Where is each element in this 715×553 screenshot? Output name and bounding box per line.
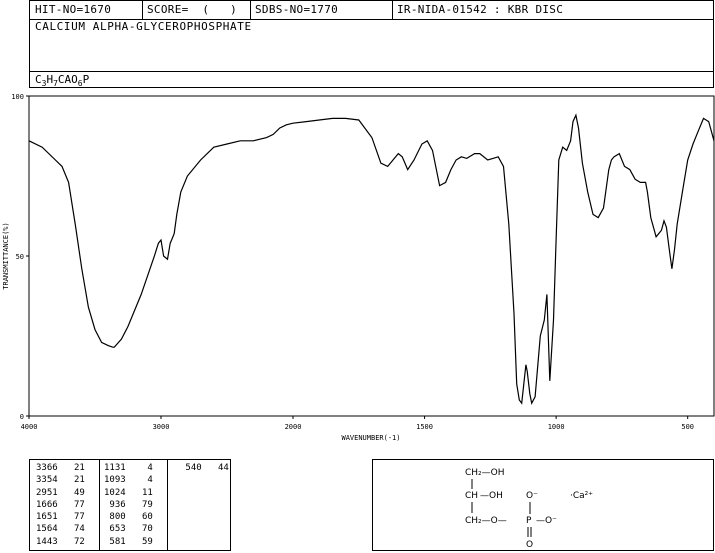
peak-transmittance: 44	[201, 463, 229, 473]
x-tick-label: 1500	[416, 423, 433, 431]
peak-row: 1564 74	[36, 523, 85, 535]
peak-column-1: 3366 21 3354 21 2951 49 1666 77 1651 77 1564 …	[36, 462, 85, 548]
x-tick-label: 500	[681, 423, 694, 431]
y-axis-label: TRANSMITTANCE(%)	[2, 222, 10, 289]
x-axis: 4000 3000 2000 1500 1000 500	[21, 416, 694, 431]
peak-wavenumber: 1093	[104, 475, 126, 486]
peak-wavenumber: 1651	[36, 512, 58, 523]
structure-ch2-oh: CH₂—OH	[465, 468, 505, 478]
peak-wavenumber: 1443	[36, 536, 58, 547]
peak-transmittance: 72	[57, 536, 85, 547]
compound-name: CALCIUM ALPHA-GLYCEROPHOSPHATE	[35, 20, 252, 33]
peak-row: 1093 4	[104, 474, 153, 486]
spectrum-series-line	[28, 113, 715, 405]
peak-wavenumber: 1564	[36, 524, 58, 535]
structure-o-minus-top: O⁻	[526, 491, 538, 501]
structure-o-bottom: O	[526, 540, 533, 550]
peak-row: 540 44	[180, 462, 229, 474]
peak-wavenumber: 936	[104, 499, 126, 510]
peak-row: 581 59	[104, 536, 153, 548]
peak-row: 1651 77	[36, 511, 85, 523]
peak-row: 3354 21	[36, 474, 85, 486]
divider	[167, 460, 168, 550]
peak-transmittance: 11	[125, 487, 153, 498]
peak-wavenumber: 540	[180, 463, 202, 473]
peak-transmittance: 4	[125, 475, 153, 486]
peak-row: 800 60	[104, 511, 153, 523]
peak-row: 1666 77	[36, 499, 85, 511]
peak-row: 2951 49	[36, 487, 85, 499]
y-axis: 100 50 0	[11, 93, 29, 421]
peak-transmittance: 49	[57, 487, 85, 498]
spectrum-header: HIT-NO=1670 SCORE= ( ) SDBS-NO=1770 IR-N…	[29, 0, 714, 88]
peak-transmittance: 4	[125, 463, 153, 473]
peak-column-3: 540 44	[180, 462, 229, 474]
ir-source-info: IR-NIDA-01542 : KBR DISC	[397, 3, 564, 16]
peak-wavenumber: 800	[104, 512, 126, 523]
y-tick-label: 50	[16, 253, 24, 261]
hit-number: HIT-NO=1670	[35, 3, 112, 16]
structure-box: CH₂—OH CH —OH CH₂—O— O⁻ P —O⁻ O ·Ca²⁺	[372, 459, 714, 551]
x-tick-label: 2000	[285, 423, 302, 431]
peak-transmittance: 21	[57, 475, 85, 486]
header-info-row: HIT-NO=1670 SCORE= ( ) SDBS-NO=1770 IR-N…	[30, 1, 713, 20]
y-tick-label: 0	[20, 413, 24, 421]
y-tick-label: 100	[11, 93, 24, 101]
peak-transmittance: 79	[125, 499, 153, 510]
peak-transmittance: 74	[57, 524, 85, 535]
divider	[30, 71, 713, 72]
peak-row: 1443 72	[36, 536, 85, 548]
peak-transmittance: 59	[125, 536, 153, 547]
peak-transmittance: 21	[57, 463, 85, 473]
x-tick-label: 1000	[548, 423, 565, 431]
peak-wavenumber: 1024	[104, 487, 126, 498]
peak-wavenumber: 3354	[36, 475, 58, 486]
peak-transmittance: 77	[57, 499, 85, 510]
peak-row: 653 70	[104, 523, 153, 535]
peak-row: 1024 11	[104, 487, 153, 499]
peak-wavenumber: 1666	[36, 499, 58, 510]
ir-spectrum-chart: 100500 4000 3000 2000 1500 1000 500 TRANSMITT…	[2, 93, 715, 442]
peak-row: 3366 21	[36, 462, 85, 474]
x-axis-label: WAVENUMBER(-1)	[341, 434, 400, 442]
structure-ch2-o: CH₂—O—	[465, 516, 507, 526]
structure-phosphorus: P	[526, 516, 532, 526]
peak-wavenumber: 2951	[36, 487, 58, 498]
peak-row: 936 79	[104, 499, 153, 511]
peak-wavenumber: 653	[104, 524, 126, 535]
x-tick-label: 4000	[21, 423, 38, 431]
structure-ch: CH	[465, 491, 478, 501]
structure-calcium-ion: ·Ca²⁺	[570, 491, 593, 501]
structure-o-minus-right: —O⁻	[536, 516, 557, 526]
peak-wavenumber: 581	[104, 536, 126, 547]
peak-transmittance: 60	[125, 512, 153, 523]
peak-wavenumber: 1131	[104, 463, 126, 473]
sdbs-number: SDBS-NO=1770	[255, 3, 339, 16]
divider	[99, 460, 100, 550]
peak-transmittance: 70	[125, 524, 153, 535]
peak-column-2: 1131 4 1093 4 1024 11 936 79 800 60 653 70…	[104, 462, 153, 548]
score: SCORE= ( )	[147, 3, 237, 16]
x-tick-label: 3000	[153, 423, 170, 431]
peak-transmittance: 77	[57, 512, 85, 523]
peak-row: 1131 4	[104, 462, 153, 474]
peak-table: 3366 21 3354 21 2951 49 1666 77 1651 77 1564 …	[29, 459, 231, 551]
plot-frame	[28, 95, 715, 417]
peak-wavenumber: 3366	[36, 463, 58, 473]
structure-oh: —OH	[480, 491, 503, 501]
